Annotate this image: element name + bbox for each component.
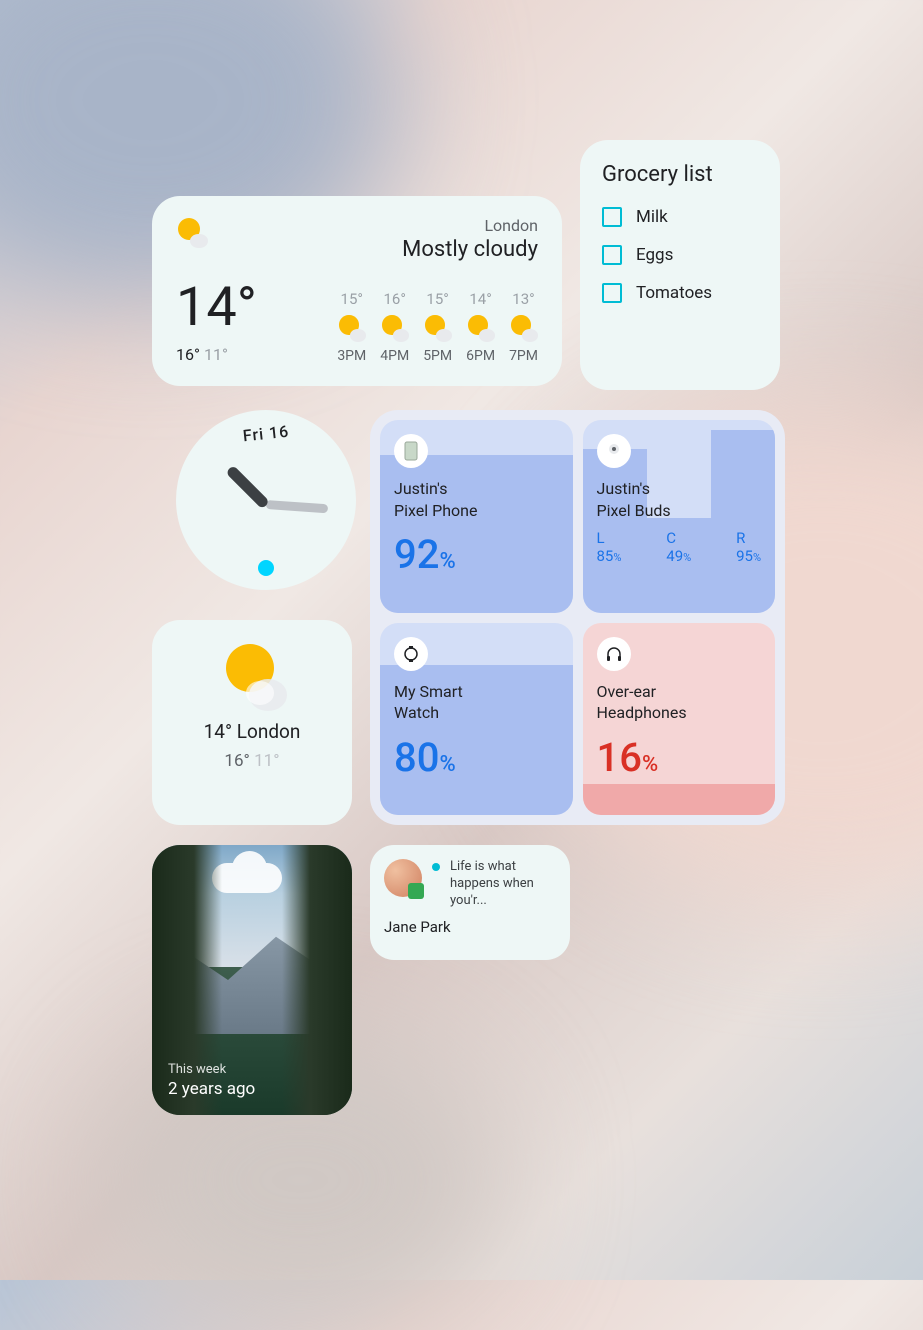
grocery-item[interactable]: Tomatoes xyxy=(602,283,758,303)
weather-location: London xyxy=(402,216,538,235)
battery-card-watch[interactable]: My Smart Watch 80% xyxy=(380,623,573,816)
headphones-icon xyxy=(597,637,631,671)
battery-card-phone[interactable]: Justin's Pixel Phone 92% xyxy=(380,420,573,613)
weather-hourly: 15°3PM 16°4PM 15°5PM 14°6PM 13°7PM xyxy=(337,290,538,364)
watch-icon xyxy=(394,637,428,671)
clock-hour-hand xyxy=(225,465,270,510)
battery-percent: 92% xyxy=(394,531,559,578)
device-name: Justin's Pixel Phone xyxy=(394,478,559,521)
weather-temp: 14° xyxy=(176,276,257,339)
grocery-item[interactable]: Milk xyxy=(602,207,758,227)
checkbox-icon[interactable] xyxy=(602,207,622,227)
weather-icon xyxy=(220,644,284,708)
clock-minute-hand xyxy=(266,500,328,513)
phone-icon xyxy=(394,434,428,468)
weather-icon xyxy=(176,216,208,248)
weather-condition: Mostly cloudy xyxy=(402,237,538,262)
weather-temp-location: 14° London xyxy=(170,720,334,743)
battery-percent: 16% xyxy=(597,734,762,781)
photo-memory-widget[interactable]: This week 2 years ago xyxy=(152,845,352,1115)
photo-caption: This week 2 years ago xyxy=(168,1062,255,1099)
checkbox-icon[interactable] xyxy=(602,283,622,303)
device-name: My Smart Watch xyxy=(394,681,559,724)
weather-widget-wide[interactable]: London Mostly cloudy 14° 16°11° 15°3PM 1… xyxy=(152,196,562,386)
battery-card-buds[interactable]: Justin's Pixel Buds L85% C49% R95% xyxy=(583,420,776,613)
battery-percent: 80% xyxy=(394,734,559,781)
clock-widget[interactable]: Fri 16 xyxy=(176,410,356,590)
clock-second-dot xyxy=(258,560,274,576)
battery-widget[interactable]: Justin's Pixel Phone 92% Justin's Pixel … xyxy=(370,410,785,825)
buds-lcr: L85% C49% R95% xyxy=(597,529,762,565)
battery-card-headphones[interactable]: Over-ear Headphones 16% xyxy=(583,623,776,816)
avatar xyxy=(384,859,422,897)
earbuds-icon xyxy=(597,434,631,468)
checkbox-icon[interactable] xyxy=(602,245,622,265)
contact-message: Life is what happens when you'r... xyxy=(450,859,556,910)
clock-date: Fri 16 xyxy=(242,422,290,446)
weather-hi-lo: 16°11° xyxy=(176,345,257,364)
contact-widget[interactable]: Life is what happens when you'r... Jane … xyxy=(370,845,570,960)
contact-name: Jane Park xyxy=(384,918,556,936)
weather-widget-small[interactable]: 14° London 16° 11° xyxy=(152,620,352,825)
weather-hi-lo: 16° 11° xyxy=(170,751,334,771)
device-name: Over-ear Headphones xyxy=(597,681,762,724)
grocery-list-widget[interactable]: Grocery list Milk Eggs Tomatoes xyxy=(580,140,780,390)
grocery-title: Grocery list xyxy=(602,162,758,187)
status-dot-icon xyxy=(432,863,440,871)
device-name: Justin's Pixel Buds xyxy=(597,478,762,521)
grocery-item[interactable]: Eggs xyxy=(602,245,758,265)
